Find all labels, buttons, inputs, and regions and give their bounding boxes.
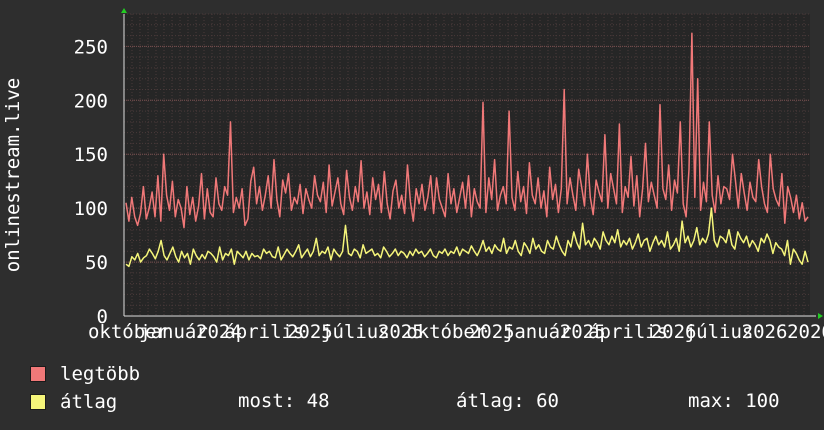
- legend-swatch-legtobb: [30, 366, 46, 382]
- legend-label-atlag: átlag: [60, 391, 118, 413]
- stat-max: max: 100: [688, 390, 780, 412]
- x-tick-label: 2026: [742, 321, 788, 343]
- y-axis-arrow: [121, 8, 127, 13]
- y-tick-label: 200: [74, 90, 108, 112]
- legend-label-legtobb: legtöbb: [60, 363, 141, 385]
- y-tick-label: 50: [85, 252, 108, 274]
- x-axis-arrow: [818, 313, 823, 319]
- legend-item-atlag: átlag: [30, 391, 117, 413]
- legend-item-legtobb: legtöbb: [30, 363, 140, 385]
- y-tick-label: 250: [74, 36, 108, 58]
- x-tick-label: 2026: [787, 321, 824, 343]
- y-tick-label: 150: [74, 144, 108, 166]
- stat-most: most: 48: [238, 390, 330, 412]
- y-axis-label: onlinestream.live: [2, 78, 24, 272]
- y-tick-label: 100: [74, 198, 108, 220]
- stat-atlag: átlag: 60: [456, 390, 559, 412]
- legend-swatch-atlag: [30, 394, 46, 410]
